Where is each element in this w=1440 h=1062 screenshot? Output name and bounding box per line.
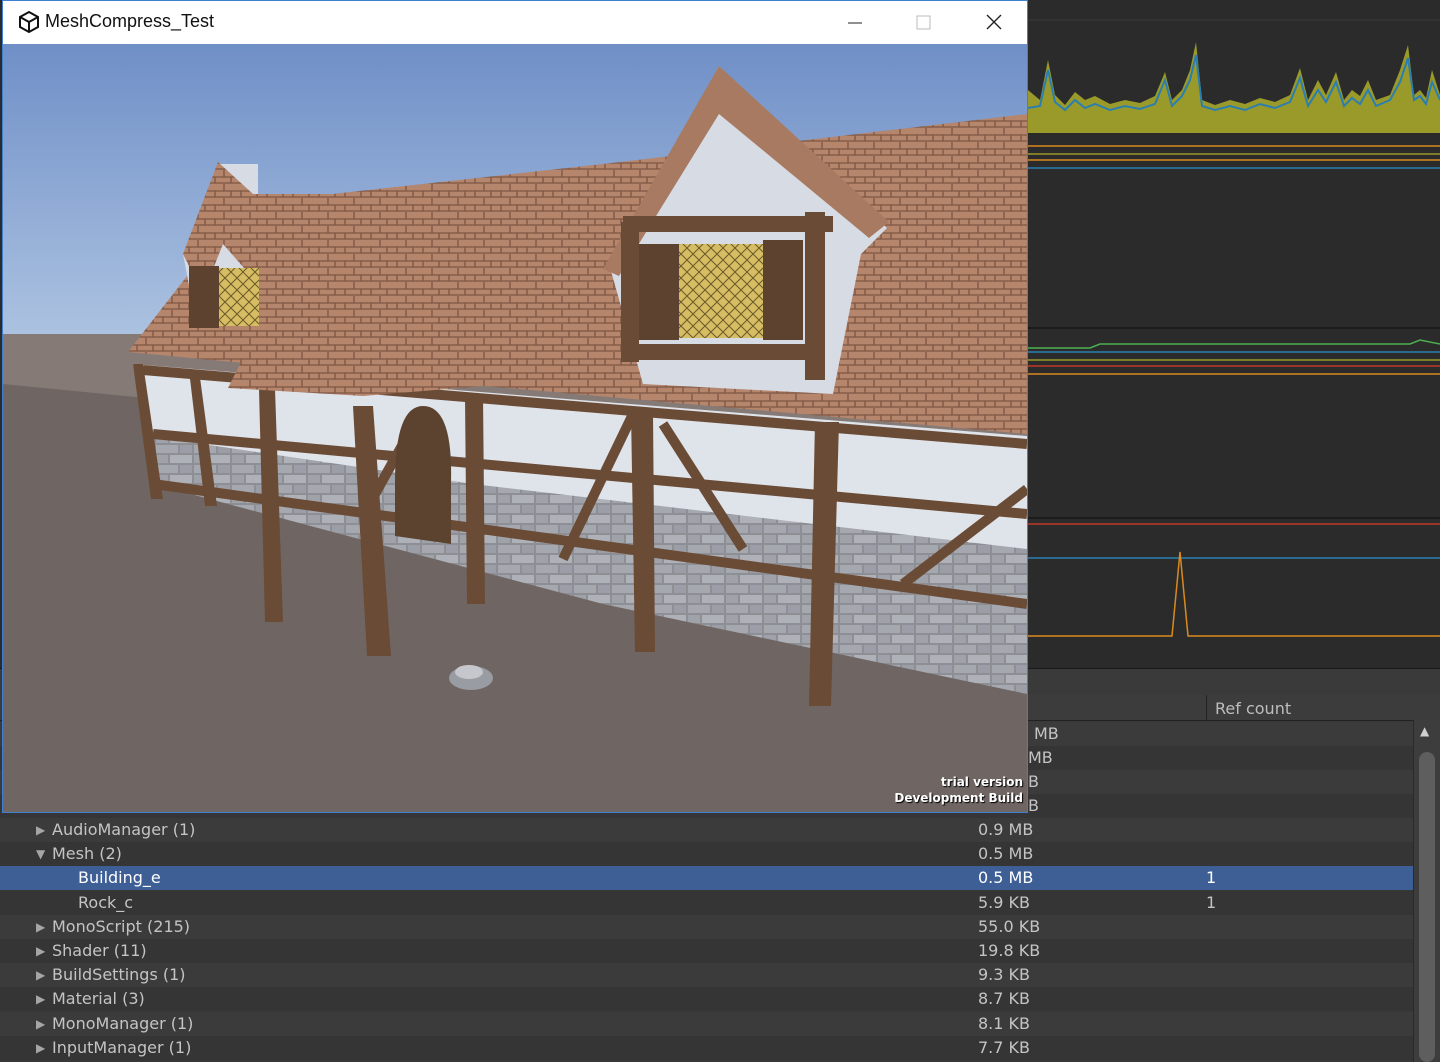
- ref-count-cell: 1: [1206, 868, 1217, 887]
- triangle-right-icon[interactable]: ▶: [36, 987, 48, 1011]
- memory-cell: 8.1 KB: [978, 1014, 1030, 1033]
- row-name: Building_e: [78, 868, 161, 887]
- development-build-watermark: Development Build: [894, 791, 1023, 805]
- triangle-right-icon[interactable]: ▶: [36, 939, 48, 963]
- arrow-up-icon[interactable]: ▲: [1420, 724, 1429, 738]
- table-row[interactable]: ▼ Mesh (2) 0.5 MB: [0, 842, 1413, 866]
- table-row[interactable]: ▶ InputManager (1) 7.7 KB: [0, 1036, 1413, 1060]
- close-button[interactable]: [971, 1, 1017, 44]
- triangle-right-icon[interactable]: ▶: [36, 1036, 48, 1060]
- minimize-button[interactable]: [831, 1, 877, 44]
- unity-logo-icon: [19, 10, 39, 34]
- maximize-button[interactable]: [900, 1, 946, 44]
- window-title: MeshCompress_Test: [45, 11, 215, 31]
- game-scene: [3, 44, 1027, 812]
- window-titlebar[interactable]: MeshCompress_Test: [3, 1, 1027, 44]
- table-row[interactable]: Rock_c 5.9 KB 1: [0, 891, 1413, 915]
- memory-cell: 19.8 KB: [978, 941, 1041, 960]
- table-row[interactable]: ▶ MonoScript (215) 55.0 KB: [0, 915, 1413, 939]
- table-row[interactable]: ▶ Material (3) 8.7 KB: [0, 987, 1413, 1011]
- game-viewport[interactable]: trial version Development Build: [3, 44, 1027, 812]
- memory-cell: B: [1028, 772, 1039, 791]
- row-name: Mesh (2): [52, 844, 122, 863]
- row-name: AudioManager (1): [52, 820, 196, 839]
- row-name: InputManager (1): [52, 1038, 192, 1057]
- row-name: MonoScript (215): [52, 917, 191, 936]
- vertical-scrollbar[interactable]: ▲: [1413, 720, 1440, 1062]
- row-name: BuildSettings (1): [52, 965, 186, 984]
- triangle-down-icon[interactable]: ▼: [36, 842, 48, 866]
- scrollbar-thumb[interactable]: [1419, 752, 1435, 1062]
- table-row-selected[interactable]: Building_e 0.5 MB 1: [0, 866, 1413, 890]
- row-name: MonoManager (1): [52, 1014, 194, 1033]
- table-row[interactable]: ▶ MonoManager (1) 8.1 KB: [0, 1012, 1413, 1036]
- table-row[interactable]: ▶ AudioManager (1) 0.9 MB: [0, 818, 1413, 842]
- maximize-icon: [916, 15, 931, 30]
- row-name: Shader (11): [52, 941, 147, 960]
- ref-count-cell: 1: [1206, 893, 1217, 912]
- triangle-right-icon[interactable]: ▶: [36, 915, 48, 939]
- triangle-right-icon[interactable]: ▶: [36, 1012, 48, 1036]
- memory-cell: 0.9 MB: [978, 820, 1034, 839]
- close-icon: [986, 14, 1002, 30]
- memory-cell: 5.9 KB: [978, 893, 1030, 912]
- table-row[interactable]: ▶ Shader (11) 19.8 KB: [0, 939, 1413, 963]
- memory-cell: MB: [1028, 748, 1053, 767]
- memory-cell: 9.3 KB: [978, 965, 1030, 984]
- memory-cell: 0.5 MB: [978, 844, 1034, 863]
- minimize-icon: [848, 22, 862, 24]
- triangle-right-icon[interactable]: ▶: [36, 818, 48, 842]
- game-window[interactable]: MeshCompress_Test trial version Developm…: [2, 0, 1028, 813]
- row-name: Rock_c: [78, 893, 134, 912]
- memory-cell: 8.7 KB: [978, 989, 1030, 1008]
- memory-cell: MB: [1034, 724, 1059, 743]
- column-header-ref-count[interactable]: Ref count: [1206, 695, 1440, 720]
- memory-cell: 55.0 KB: [978, 917, 1041, 936]
- triangle-right-icon[interactable]: ▶: [36, 963, 48, 987]
- table-row[interactable]: ▶ BuildSettings (1) 9.3 KB: [0, 963, 1413, 987]
- memory-cell: B: [1028, 796, 1039, 815]
- memory-cell: 7.7 KB: [978, 1038, 1030, 1057]
- memory-cell: 0.5 MB: [978, 868, 1034, 887]
- trial-watermark: trial version: [940, 775, 1023, 789]
- row-name: Material (3): [52, 989, 145, 1008]
